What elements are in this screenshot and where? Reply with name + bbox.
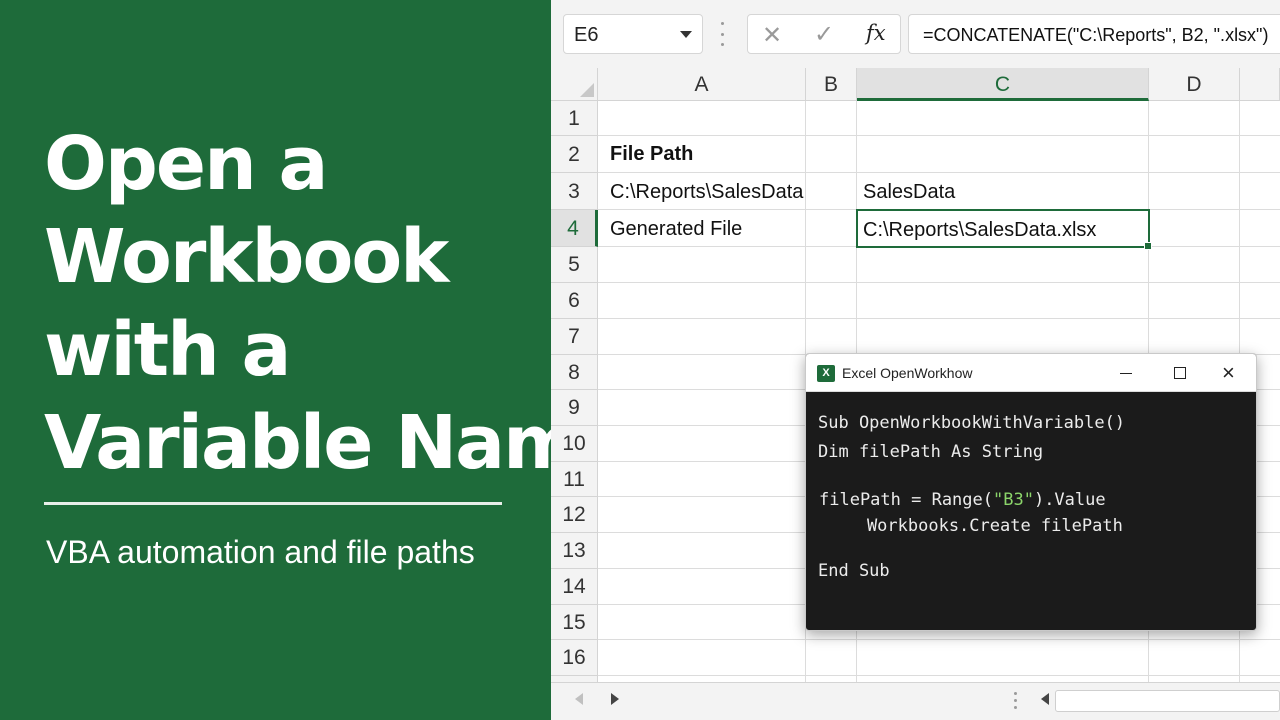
scroll-left-icon[interactable] xyxy=(575,693,583,705)
cancel-icon[interactable]: ✕ xyxy=(762,21,782,50)
row-header-3[interactable]: 3 xyxy=(551,173,598,210)
chevron-down-icon[interactable] xyxy=(680,31,692,38)
row-header-2[interactable]: 2 xyxy=(551,136,598,173)
gridline xyxy=(598,675,1280,676)
headline-line-2: Workbook xyxy=(44,214,449,300)
name-box-value: E6 xyxy=(574,24,599,46)
title-divider xyxy=(44,502,502,505)
gridline xyxy=(598,282,1280,283)
splitter-grip-icon[interactable] xyxy=(1014,692,1017,709)
enter-icon[interactable]: ✓ xyxy=(814,20,834,49)
row-header-13[interactable]: 13 xyxy=(551,533,598,569)
code-line-3-start: filePath = Range( xyxy=(819,490,993,510)
row-header-14[interactable]: 14 xyxy=(551,569,598,605)
column-header-b[interactable]: B xyxy=(806,68,857,101)
column-header-a[interactable]: A xyxy=(598,68,806,101)
code-editor[interactable]: Sub OpenWorkbookWithVariable() Dim fileP… xyxy=(806,393,1256,630)
selected-cell-outline[interactable] xyxy=(856,209,1152,250)
gridline xyxy=(598,639,1280,640)
row-header-16[interactable]: 16 xyxy=(551,640,598,676)
headline-line-1: Open a xyxy=(44,121,328,207)
headline: Open a Workbook with a Variable Name xyxy=(44,118,628,490)
column-header-e[interactable] xyxy=(1240,68,1280,101)
code-line-2: Dim filePath As String xyxy=(818,442,1044,462)
code-string-literal: "B3" xyxy=(993,490,1034,510)
resize-grip-icon[interactable] xyxy=(721,22,725,46)
close-icon[interactable]: × xyxy=(1222,360,1235,386)
row-header-11[interactable]: 11 xyxy=(551,462,598,497)
scroll-right-icon[interactable] xyxy=(611,693,619,705)
code-line-3: filePath = Range("B3").Value xyxy=(819,490,1106,510)
cell-a3[interactable]: C:\Reports\SalesData xyxy=(610,181,803,204)
row-header-10[interactable]: 10 xyxy=(551,426,598,462)
row-header-4[interactable]: 4 xyxy=(551,210,598,247)
horizontal-scroll-thumb[interactable] xyxy=(1055,690,1280,712)
row-header-1[interactable]: 1 xyxy=(551,101,598,136)
row-header-7[interactable]: 7 xyxy=(551,319,598,355)
gridline xyxy=(598,172,1280,173)
row-header-15[interactable]: 15 xyxy=(551,605,598,640)
maximize-icon[interactable] xyxy=(1174,367,1186,379)
code-line-3-end: ).Value xyxy=(1033,490,1106,510)
minimize-icon[interactable] xyxy=(1120,373,1132,374)
select-all-button[interactable] xyxy=(551,68,598,101)
excel-logo-icon: X xyxy=(817,365,835,382)
row-header-9[interactable]: 9 xyxy=(551,390,598,426)
formula-text: =CONCATENATE("C:\Reports", B2, ".xlsx") xyxy=(923,25,1269,45)
formula-input[interactable]: =CONCATENATE("C:\Reports", B2, ".xlsx") xyxy=(908,14,1280,54)
vba-window-title: Excel OpenWorkhow xyxy=(842,365,973,381)
formula-tools: ✕ ✓ fx xyxy=(747,14,901,54)
cell-a2[interactable]: File Path xyxy=(610,143,693,166)
row-header-5[interactable]: 5 xyxy=(551,247,598,283)
code-line-5: End Sub xyxy=(818,561,890,581)
code-line-1: Sub OpenWorkbookWithVariable() xyxy=(818,413,1126,433)
headline-line-4: Variable Name xyxy=(44,400,628,486)
title-panel: Open a Workbook with a Variable Name VBA… xyxy=(0,0,628,720)
sheet-scrollbar xyxy=(551,682,1280,720)
row-header-6[interactable]: 6 xyxy=(551,283,598,319)
cell-a4[interactable]: Generated File xyxy=(610,218,742,241)
cell-c3[interactable]: SalesData xyxy=(863,181,955,204)
name-box[interactable]: E6 xyxy=(563,14,703,54)
row-header-8[interactable]: 8 xyxy=(551,355,598,390)
vba-code-window: X Excel OpenWorkhow × Sub OpenWorkbookWi… xyxy=(805,353,1257,631)
insert-function-icon[interactable]: fx xyxy=(866,21,886,45)
hscroll-left-icon[interactable] xyxy=(1041,693,1049,705)
gridline xyxy=(598,318,1280,319)
gridline xyxy=(598,135,1280,136)
column-header-c[interactable]: C xyxy=(857,68,1149,101)
vba-title-bar[interactable]: X Excel OpenWorkhow × xyxy=(806,354,1256,392)
headline-line-3: with a xyxy=(44,307,291,393)
code-line-4: Workbooks.Create filePath xyxy=(826,516,1123,536)
column-header-d[interactable]: D xyxy=(1149,68,1240,101)
subtitle: VBA automation and file paths xyxy=(46,534,475,570)
row-header-12[interactable]: 12 xyxy=(551,497,598,533)
